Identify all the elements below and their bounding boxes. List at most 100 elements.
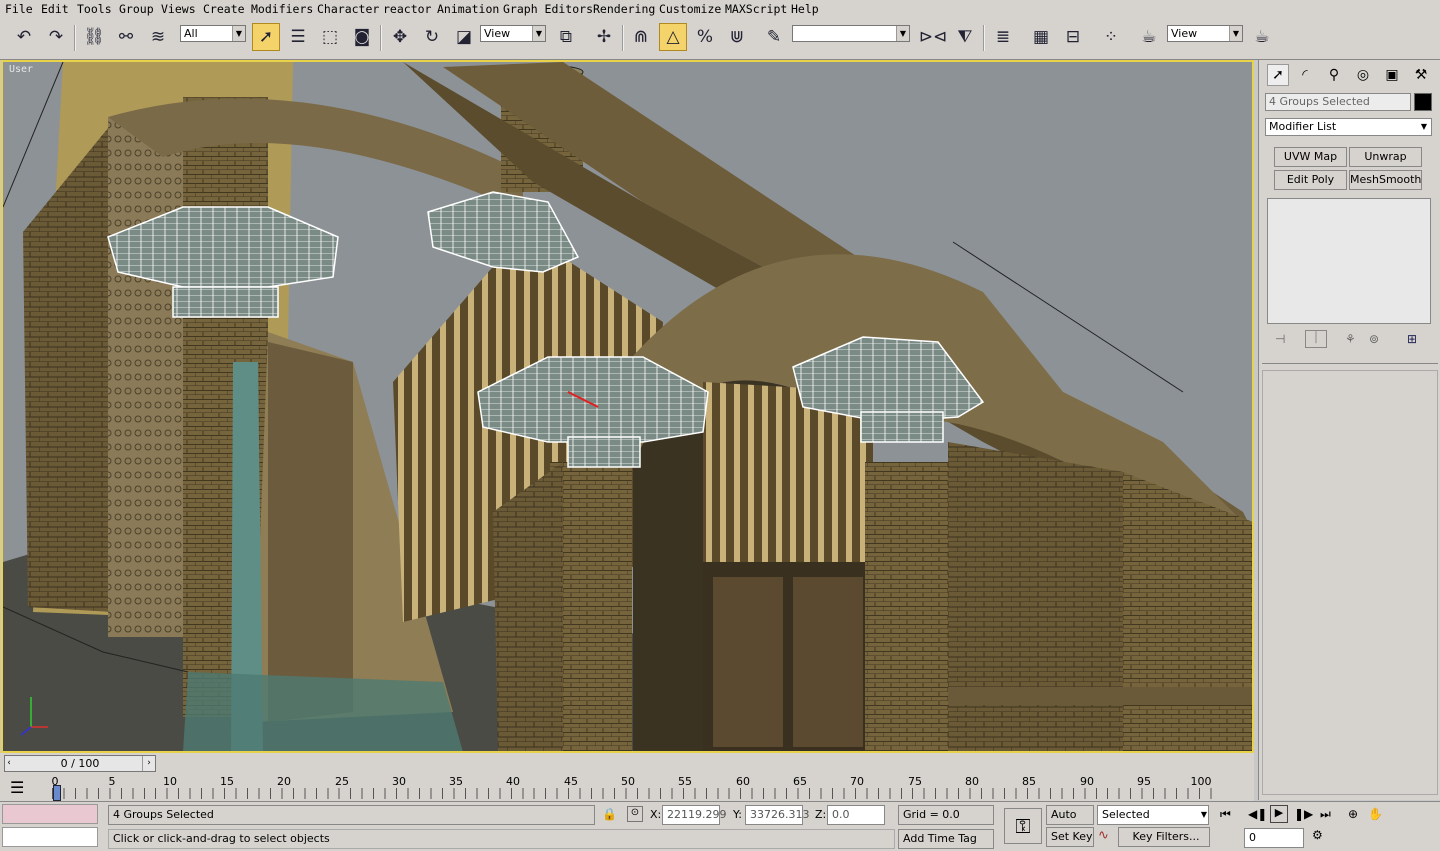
set-key-button[interactable]: Set Key <box>1046 827 1094 847</box>
go-to-start-icon[interactable]: ⏮ <box>1220 807 1231 822</box>
menu-file[interactable]: File <box>5 2 33 16</box>
select-and-link-icon[interactable]: ⛓ <box>80 23 108 51</box>
pivot-center-icon[interactable]: ⧉ <box>552 23 580 51</box>
window-crossing-icon[interactable]: ◙ <box>348 23 376 51</box>
menu-views[interactable]: Views <box>161 2 196 16</box>
menu-help[interactable]: Help <box>791 2 819 16</box>
chevron-left-icon[interactable]: ‹ <box>3 756 15 771</box>
time-ruler[interactable]: 0 5 10 15 20 25 30 35 40 45 50 55 60 65 … <box>52 775 1232 801</box>
tick-label: 55 <box>678 775 692 788</box>
mini-curve-editor-icon[interactable]: ☰ <box>10 778 24 797</box>
menu-create[interactable]: Create <box>203 2 245 16</box>
modifier-stack[interactable] <box>1267 198 1431 324</box>
default-tangents-icon[interactable]: ∿ <box>1098 828 1109 843</box>
unlink-icon[interactable]: ⚯ <box>112 23 140 51</box>
command-panel: ➚ ◜ ⚲ ◎ ▣ ⚒ 4 Groups Selected Modifier L… <box>1258 60 1440 800</box>
create-tab-icon[interactable]: ➚ <box>1267 64 1289 86</box>
menu-reactor[interactable]: reactor <box>383 2 431 16</box>
key-mode-dropdown[interactable]: Selected ▼ <box>1097 805 1209 825</box>
selection-filter-dropdown[interactable]: All ▼ <box>180 25 246 42</box>
unwrap-uvw-button[interactable]: Unwrap UVW <box>1349 147 1422 181</box>
time-cursor[interactable] <box>53 785 61 801</box>
chevron-right-icon[interactable]: › <box>142 756 155 771</box>
redo-icon[interactable]: ↷ <box>42 23 70 51</box>
time-configuration-icon[interactable]: ⚙ <box>1312 828 1323 842</box>
menu-modifiers[interactable]: Modifiers <box>251 2 313 16</box>
select-by-name-icon[interactable]: ☰ <box>284 23 312 51</box>
quick-render-icon[interactable]: ☕ <box>1248 23 1276 51</box>
add-time-tag-button[interactable]: Add Time Tag <box>898 829 994 849</box>
named-selection-sets-dropdown[interactable]: ▼ <box>792 25 910 42</box>
meshsmooth-button[interactable]: MeshSmooth <box>1349 170 1422 190</box>
motion-tab-icon[interactable]: ◎ <box>1352 64 1374 86</box>
previous-frame-icon[interactable]: ◀❚ <box>1248 807 1267 821</box>
menu-animation[interactable]: Animation <box>437 2 499 16</box>
menu-customize[interactable]: Customize <box>659 2 721 16</box>
remove-modifier-icon[interactable]: ⊚ <box>1369 332 1379 346</box>
viewport-label[interactable]: User <box>9 64 33 75</box>
absolute-mode-icon[interactable]: ⊙ <box>627 806 643 822</box>
edit-poly-button[interactable]: Edit Poly <box>1274 170 1347 190</box>
utilities-tab-icon[interactable]: ⚒ <box>1410 64 1432 86</box>
manipulate-icon[interactable]: ✢ <box>590 23 618 51</box>
maxscript-listener-mini[interactable] <box>2 804 98 824</box>
tick-label: 100 <box>1190 775 1212 788</box>
select-object-icon[interactable]: ➚ <box>252 23 280 51</box>
spinner-snap-icon[interactable]: ⋓ <box>723 23 751 51</box>
make-unique-icon[interactable]: ⚘ <box>1345 332 1356 346</box>
menu-rendering[interactable]: Rendering <box>593 2 655 16</box>
percent-snap-icon[interactable]: % <box>691 23 719 51</box>
render-scene-icon[interactable]: ☕ <box>1135 23 1163 51</box>
render-view-dropdown[interactable]: View ▼ <box>1167 25 1243 42</box>
auto-key-button[interactable]: Auto Key <box>1046 805 1094 839</box>
z-coordinate-field[interactable]: 0.0 <box>827 805 885 825</box>
angle-snap-icon[interactable]: △ <box>659 23 687 51</box>
maxscript-input-mini[interactable] <box>2 827 98 847</box>
modifier-list-dropdown[interactable]: Modifier List ▼ <box>1265 118 1432 136</box>
align-icon[interactable]: ⧨ <box>951 23 979 51</box>
go-to-end-icon[interactable]: ⏭ <box>1320 807 1331 822</box>
display-tab-icon[interactable]: ▣ <box>1381 64 1403 86</box>
configure-modifier-sets-icon[interactable]: ⊞ <box>1407 332 1417 346</box>
set-key-icon[interactable]: ⚿ <box>1004 808 1042 844</box>
move-icon[interactable]: ✥ <box>386 23 414 51</box>
play-icon[interactable]: ▶ <box>1270 805 1288 823</box>
rectangular-selection-icon[interactable]: ⬚ <box>316 23 344 51</box>
next-frame-icon[interactable]: ❚▶ <box>1294 807 1313 821</box>
y-coordinate-field[interactable]: 33726.313 <box>745 805 810 825</box>
key-filters-button[interactable]: Key Filters... <box>1118 827 1210 847</box>
pan-icon[interactable]: ✋ <box>1368 807 1383 821</box>
current-frame-field[interactable]: 0 <box>1244 828 1304 848</box>
menu-maxscript[interactable]: MAXScript <box>725 2 787 16</box>
menu-tools[interactable]: Tools <box>77 2 112 16</box>
schematic-view-icon[interactable]: ⊟ <box>1059 23 1087 51</box>
curve-editor-icon[interactable]: ▦ <box>1027 23 1055 51</box>
zoom-icon[interactable]: ⊕ <box>1348 807 1358 821</box>
uvw-map-button[interactable]: UVW Map <box>1274 147 1347 167</box>
hierarchy-tab-icon[interactable]: ⚲ <box>1323 64 1345 86</box>
reference-coordinate-dropdown[interactable]: View ▼ <box>480 25 546 42</box>
snaps-toggle-icon[interactable]: ⋒ <box>627 23 655 51</box>
mirror-icon[interactable]: ⊳⊲ <box>919 23 948 51</box>
menu-graph-editors[interactable]: Graph Editors <box>503 2 593 16</box>
viewport-user[interactable]: User <box>1 60 1254 753</box>
material-editor-icon[interactable]: ⁘ <box>1097 23 1125 51</box>
x-coordinate-field[interactable]: 22119.299 <box>662 805 727 825</box>
layer-manager-icon[interactable]: ≣ <box>989 23 1017 51</box>
menu-edit[interactable]: Edit <box>41 2 69 16</box>
undo-icon[interactable]: ↶ <box>10 23 38 51</box>
time-slider[interactable]: 0 / 100 ‹ › <box>4 755 156 772</box>
selection-name-field[interactable]: 4 Groups Selected <box>1265 93 1411 111</box>
edit-named-selection-icon[interactable]: ✎ <box>760 23 788 51</box>
pin-stack-icon[interactable]: ⊣ <box>1275 332 1285 346</box>
rotate-icon[interactable]: ↻ <box>418 23 446 51</box>
modify-tab-icon[interactable]: ◜ <box>1294 64 1316 86</box>
menu-group[interactable]: Group <box>119 2 154 16</box>
show-end-result-icon[interactable]: ⏐ <box>1305 330 1327 348</box>
menu-character[interactable]: Character <box>317 2 379 16</box>
scale-icon[interactable]: ◪ <box>450 23 478 51</box>
scene-render <box>3 62 1252 751</box>
object-color-swatch[interactable] <box>1414 93 1432 111</box>
selection-lock-icon[interactable]: 🔒 <box>602 807 617 821</box>
bind-space-warp-icon[interactable]: ≋ <box>144 23 172 51</box>
